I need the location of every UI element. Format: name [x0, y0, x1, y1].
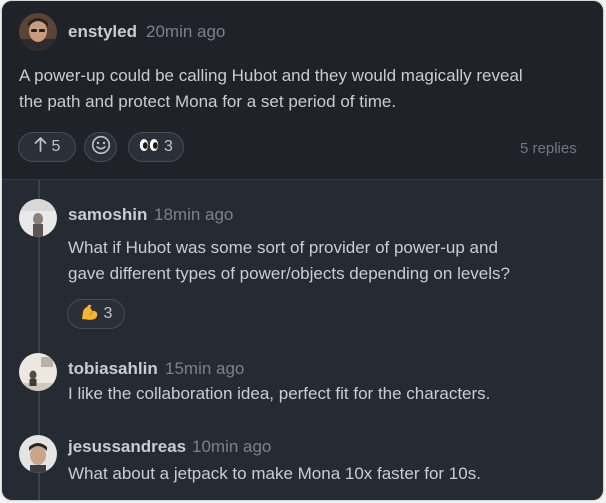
discussion-card: enstyled 20min ago A power-up could be c…: [2, 1, 603, 500]
reply-body-line-1: What if Hubot was some sort of provider …: [68, 238, 498, 257]
reply-author[interactable]: samoshin: [68, 205, 147, 225]
reply-body-line-2: gave different types of power/objects de…: [68, 264, 510, 283]
reply-body-line-1: I like the collaboration idea, perfect f…: [68, 384, 491, 403]
post-body-line-1: A power-up could be calling Hubot and th…: [19, 66, 523, 85]
eyes-reaction-button[interactable]: 3: [128, 132, 184, 162]
flexed-biceps-emoji-icon: [80, 303, 99, 326]
upvote-count: 5: [51, 138, 61, 155]
reply-body-line-1: What about a jetpack to make Mona 10x fa…: [68, 464, 481, 483]
original-post: enstyled 20min ago A power-up could be c…: [2, 1, 603, 180]
upvote-arrow-icon: [34, 137, 47, 157]
biceps-reaction-button[interactable]: 3: [67, 299, 125, 329]
eyes-emoji-icon: [139, 138, 159, 157]
post-author[interactable]: enstyled: [68, 22, 137, 42]
avatar[interactable]: [19, 199, 57, 237]
reply-author[interactable]: tobiasahlin: [68, 359, 158, 379]
replies-count-link[interactable]: 5 replies: [520, 140, 577, 157]
add-reaction-button[interactable]: [84, 132, 117, 162]
post-body-line-2: the path and protect Mona for a set peri…: [19, 92, 397, 111]
upvote-reaction-button[interactable]: 5: [18, 132, 76, 162]
eyes-count: 3: [164, 138, 173, 155]
smiley-add-reaction-icon: [91, 135, 111, 160]
avatar[interactable]: [19, 435, 57, 473]
avatar[interactable]: [19, 13, 57, 51]
biceps-count: 3: [103, 305, 113, 322]
avatar[interactable]: [19, 353, 57, 391]
reply-timestamp: 10min ago: [192, 437, 272, 456]
reply-timestamp: 18min ago: [154, 205, 234, 224]
post-timestamp: 20min ago: [146, 22, 226, 41]
reply-author[interactable]: jesussandreas: [68, 437, 186, 457]
reply-timestamp: 15min ago: [165, 359, 245, 378]
